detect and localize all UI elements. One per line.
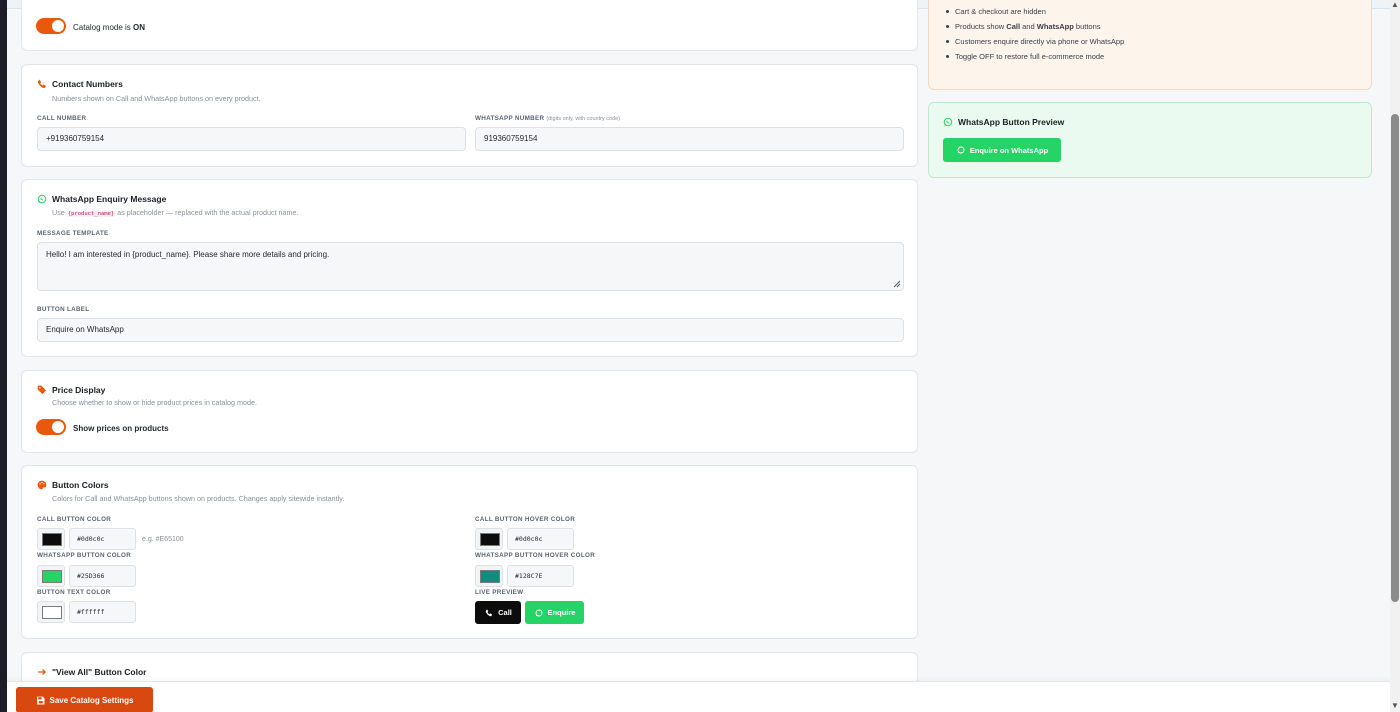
enquiry-subtitle: Use {product_name} as placeholder — repl… <box>52 208 299 217</box>
whatsapp-hover-color-hex-input[interactable]: #128C7E <box>507 565 574 587</box>
colors-title: Button Colors <box>52 480 109 490</box>
call-color-label: CALL BUTTON COLOR <box>37 516 112 523</box>
show-prices-label: Show prices on products <box>73 424 169 433</box>
scroll-up-icon[interactable]: ▲ <box>1391 1 1399 9</box>
contact-title: Contact Numbers <box>52 79 123 89</box>
palette-icon <box>37 480 47 490</box>
colors-subtitle: Colors for Call and WhatsApp buttons sho… <box>52 494 345 503</box>
phone-icon <box>37 79 47 89</box>
button-label-input[interactable]: Enquire on WhatsApp <box>37 318 904 342</box>
whatsapp-number-input[interactable]: 919360759154 <box>475 127 904 151</box>
live-preview-enquire-button[interactable]: Enquire <box>525 601 584 624</box>
call-color-hex-input[interactable]: #0d0c0c <box>69 528 136 550</box>
whatsapp-number-label: WHATSAPP NUMBER (digits only, with count… <box>475 115 620 122</box>
button-colors-card: Button Colors Colors for Call and WhatsA… <box>21 465 918 639</box>
call-color-picker[interactable] <box>37 528 65 550</box>
whatsapp-color-picker[interactable] <box>37 565 65 587</box>
price-subtitle: Choose whether to show or hide product p… <box>52 398 257 407</box>
left-sidebar-strip <box>0 0 7 712</box>
live-preview-call-button[interactable]: Call <box>475 601 521 624</box>
whatsapp-icon <box>37 194 47 204</box>
live-preview-label: LIVE PREVIEW <box>475 589 524 596</box>
call-number-input[interactable]: +919360759154 <box>37 127 466 151</box>
text-color-hex-input[interactable]: #ffffff <box>69 601 136 623</box>
call-color-example: e.g. #E65100 <box>142 536 184 543</box>
whatsapp-color-hex-input[interactable]: #25D366 <box>69 565 136 587</box>
call-hover-color-hex-input[interactable]: #0d0c0c <box>507 528 574 550</box>
price-title: Price Display <box>52 385 106 395</box>
info-item: Toggle OFF to restore full e-commerce mo… <box>945 51 1124 66</box>
text-color-picker[interactable] <box>37 601 65 623</box>
contact-numbers-card: Contact Numbers Numbers shown on Call an… <box>21 64 918 167</box>
tag-icon <box>37 385 47 395</box>
call-hover-color-picker[interactable] <box>475 528 503 550</box>
enquiry-message-card: WhatsApp Enquiry Message Use {product_na… <box>21 179 918 357</box>
contact-subtitle: Numbers shown on Call and WhatsApp butto… <box>52 94 261 103</box>
whatsapp-icon <box>534 608 544 618</box>
enquiry-title: WhatsApp Enquiry Message <box>52 194 167 204</box>
view-all-title: "View All" Button Color <box>52 667 147 677</box>
resize-handle-icon[interactable] <box>893 280 901 288</box>
catalog-info-list: Cart & checkout are hidden Products show… <box>945 6 1124 66</box>
text-color-label: BUTTON TEXT COLOR <box>37 589 111 596</box>
catalog-mode-card: Catalog mode is ON <box>21 0 918 51</box>
bottom-action-bar: Save Catalog Settings <box>7 681 1390 712</box>
whatsapp-color-label: WHATSAPP BUTTON COLOR <box>37 552 132 559</box>
whatsapp-icon <box>943 117 953 127</box>
whatsapp-hover-color-picker[interactable] <box>475 565 503 587</box>
wa-preview-enquire-button[interactable]: Enquire on WhatsApp <box>943 138 1061 162</box>
catalog-mode-label: Catalog mode is ON <box>73 23 146 32</box>
price-display-card: Price Display Choose whether to show or … <box>21 370 918 453</box>
info-item: Customers enquire directly via phone or … <box>945 36 1124 51</box>
save-icon <box>35 695 45 705</box>
call-number-label: CALL NUMBER <box>37 115 87 122</box>
info-item: Products show Call and WhatsApp buttons <box>945 21 1124 36</box>
message-template-textarea[interactable]: Hello! I am interested in {product_name}… <box>37 242 904 291</box>
call-hover-color-label: CALL BUTTON HOVER COLOR <box>475 516 576 523</box>
phone-icon <box>484 608 494 618</box>
scroll-down-icon[interactable]: ▼ <box>1391 702 1399 710</box>
catalog-mode-toggle[interactable] <box>36 18 66 34</box>
whatsapp-icon <box>956 145 966 155</box>
arrow-right-icon <box>37 667 47 677</box>
whatsapp-hover-color-label: WHATSAPP BUTTON HOVER COLOR <box>475 552 596 559</box>
info-item: Cart & checkout are hidden <box>945 6 1124 21</box>
button-label-label: BUTTON LABEL <box>37 306 90 313</box>
message-template-label: MESSAGE TEMPLATE <box>37 230 109 237</box>
whatsapp-preview-card: WhatsApp Button Preview Enquire on Whats… <box>928 102 1372 178</box>
vertical-scrollbar[interactable]: ▲ ▼ <box>1390 0 1400 712</box>
catalog-info-card: Cart & checkout are hidden Products show… <box>928 0 1372 90</box>
save-catalog-settings-button[interactable]: Save Catalog Settings <box>16 687 153 712</box>
scrollbar-thumb[interactable] <box>1391 114 1399 602</box>
wa-preview-title: WhatsApp Button Preview <box>958 117 1065 127</box>
show-prices-toggle[interactable] <box>36 419 66 435</box>
